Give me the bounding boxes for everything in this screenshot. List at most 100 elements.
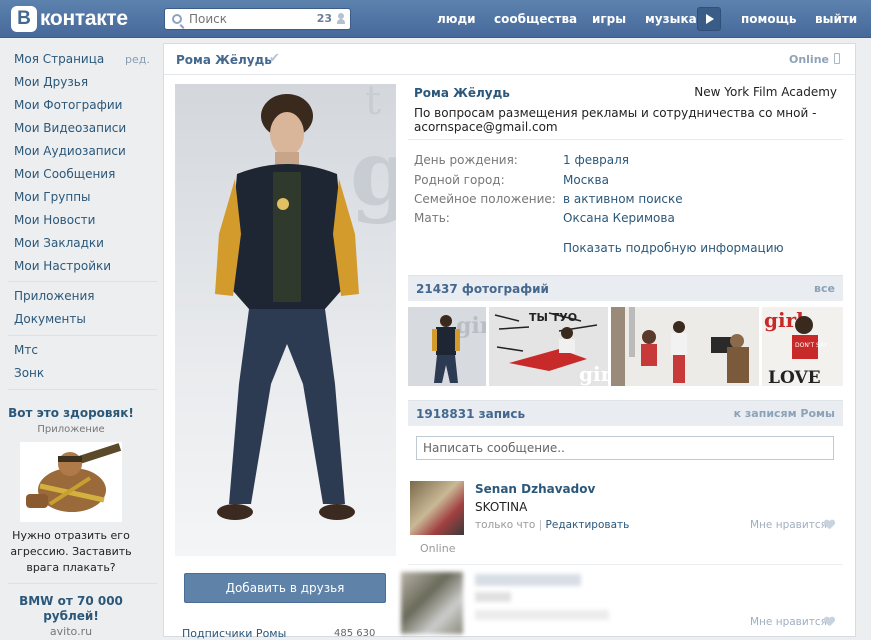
nav-music[interactable]: музыка (645, 0, 697, 38)
ad-title[interactable]: Вот это здоровяк! (0, 406, 142, 420)
nav-help[interactable]: помощь (741, 0, 796, 38)
blurred-meta (475, 610, 609, 620)
post-meta: только что | Редактировать (475, 519, 630, 531)
post-author-name[interactable]: Senan Dzhavadov (475, 482, 595, 496)
search-icon (172, 14, 182, 24)
sidebar-item-friends[interactable]: Мои Друзья (14, 75, 88, 89)
photo-thumbnail[interactable]: girl (408, 307, 486, 386)
sidebar-item-videos[interactable]: Мои Видеозаписи (14, 121, 126, 135)
sidebar-divider (8, 281, 157, 282)
sidebar-item-bookmarks[interactable]: Мои Закладки (14, 236, 104, 250)
post-edit-link[interactable]: Редактировать (546, 519, 630, 531)
subscribers-link[interactable]: Подписчики Ромы (182, 627, 286, 640)
info-divider (408, 139, 843, 140)
svg-text:g: g (350, 120, 396, 226)
info-label-relationship: Семейное положение: (414, 192, 556, 206)
sidebar-divider (8, 389, 157, 390)
post-author-online: Online (420, 542, 456, 555)
user-icon (337, 13, 345, 24)
post-like-button[interactable]: Мне нравится (750, 616, 827, 628)
ad-warrior-image[interactable] (20, 442, 122, 522)
photo-thumbnail[interactable] (611, 307, 759, 386)
svg-text:girl: girl (579, 362, 608, 386)
top-bar: B контакте 23 люди сообщества игры музык… (0, 0, 871, 38)
wall-header[interactable]: 1918831 запись к записям Ромы (408, 400, 843, 426)
verified-check-icon: ✔ (269, 51, 280, 66)
header-name: Рома Жёлудь (176, 53, 272, 67)
svg-text:LOVE: LOVE (768, 368, 821, 386)
photos-count[interactable]: 21437 фотографий (416, 282, 549, 296)
like-label: Мне нравится (750, 519, 827, 531)
photo-thumbnail[interactable]: girl DON'T SAY LOVE (762, 307, 843, 386)
heart-icon[interactable] (824, 520, 835, 530)
ad-subtitle: Приложение (37, 424, 105, 435)
sidebar-item-audio[interactable]: Мои Аудиозаписи (14, 144, 126, 158)
search-input[interactable] (189, 11, 299, 27)
search-people-count: 23 (316, 12, 332, 25)
svg-text:girl: girl (456, 313, 486, 339)
mobile-phone-icon (834, 53, 840, 64)
info-label-hometown: Родной город: (414, 173, 505, 187)
info-label-birthday: День рождения: (414, 153, 518, 167)
photos-all-link[interactable]: все (814, 282, 835, 295)
ad-domain: avito.ru (49, 625, 93, 638)
profile-photo[interactable]: g t (175, 78, 413, 556)
sidebar-item-my-page[interactable]: Моя Страница (14, 52, 104, 66)
sidebar-item-mts[interactable]: Мтс (14, 343, 38, 357)
vk-logo[interactable]: B контакте (11, 6, 128, 32)
ad-title[interactable]: BMW от 70 000 рублей! (0, 594, 142, 624)
edit-menu-link[interactable]: ред. (125, 53, 150, 66)
heart-icon[interactable] (824, 617, 835, 627)
nav-communities[interactable]: сообщества (494, 0, 577, 38)
profile-photo-figure: g t (215, 78, 413, 520)
info-value-birthday[interactable]: 1 февраля (563, 153, 629, 167)
profile-card: Рома Жёлудь ✔ Online g t Добавить в друз… (163, 43, 856, 640)
add-friend-button[interactable]: Добавить в друзья (184, 573, 386, 603)
sidebar-item-groups[interactable]: Мои Группы (14, 190, 91, 204)
blurred-text (475, 592, 511, 602)
post-author-avatar[interactable] (410, 481, 464, 535)
like-label: Мне нравится (750, 616, 827, 628)
sidebar-item-documents[interactable]: Документы (14, 312, 86, 326)
wall-post-input[interactable]: Написать сообщение.. (416, 436, 834, 460)
sidebar-item-news[interactable]: Мои Новости (14, 213, 95, 227)
sidebar-divider (8, 583, 157, 584)
profile-status[interactable]: По вопросам размещения рекламы и сотрудн… (414, 106, 834, 134)
left-sidebar: Моя Страница ред. Мои Друзья Мои Фотогра… (0, 38, 163, 638)
profile-name: Рома Жёлудь (414, 86, 510, 100)
logo-letter: B (11, 6, 37, 32)
post-text: SKOTINA (475, 500, 528, 514)
svg-text:ТЫ ТУО: ТЫ ТУО (529, 311, 577, 324)
logo-text: контакте (40, 7, 128, 30)
search-box[interactable]: 23 (164, 8, 351, 30)
sidebar-item-messages[interactable]: Мои Сообщения (14, 167, 115, 181)
wall-posts-link[interactable]: к записям Ромы (734, 407, 835, 420)
blurred-author (475, 574, 581, 586)
sidebar-divider (8, 335, 157, 336)
ad-text: Нужно отразить его агрессию. Заставить в… (10, 529, 132, 574)
svg-text:DON'T SAY: DON'T SAY (795, 342, 828, 349)
info-label-mother: Мать: (414, 211, 450, 225)
online-status: Online (788, 53, 829, 66)
post-time[interactable]: только что (475, 519, 535, 531)
photos-header[interactable]: 21437 фотографий все (408, 275, 843, 301)
blurred-avatar (401, 572, 463, 634)
photo-thumbnail[interactable]: ТЫ ТУО girl (489, 307, 608, 386)
info-value-mother[interactable]: Оксана Керимова (563, 211, 675, 225)
nav-games[interactable]: игры (592, 0, 626, 38)
show-full-info-link[interactable]: Показать подробную информацию (563, 241, 784, 255)
profile-school[interactable]: New York Film Academy (694, 85, 837, 99)
info-value-relationship[interactable]: в активном поиске (563, 192, 683, 206)
sidebar-item-zonk[interactable]: Зонк (14, 366, 44, 380)
play-icon[interactable] (697, 7, 721, 31)
svg-text:t: t (365, 84, 381, 124)
sidebar-item-photos[interactable]: Мои Фотографии (14, 98, 122, 112)
info-value-hometown[interactable]: Москва (563, 173, 609, 187)
profile-header: Рома Жёлудь ✔ Online (164, 44, 855, 75)
nav-people[interactable]: люди (437, 0, 476, 38)
post-like-button[interactable]: Мне нравится (750, 519, 827, 531)
sidebar-item-apps[interactable]: Приложения (14, 289, 95, 303)
sidebar-item-settings[interactable]: Мои Настройки (14, 259, 111, 273)
nav-logout[interactable]: выйти (815, 0, 857, 38)
wall-count[interactable]: 1918831 запись (416, 407, 525, 421)
